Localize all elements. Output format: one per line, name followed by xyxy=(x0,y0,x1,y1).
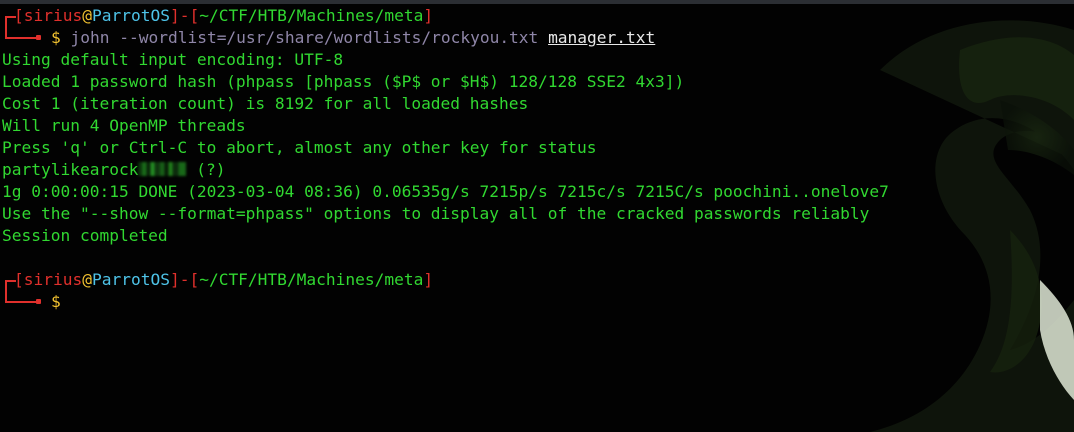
output-line: Loaded 1 password hash (phpass [phpass (… xyxy=(2,72,685,91)
window-top-edge xyxy=(0,0,1074,4)
prompt-separator: ]-[ xyxy=(169,6,200,25)
prompt-symbol: $ xyxy=(51,28,61,47)
prompt-header-2: [sirius@ParrotOS]-[~/CTF/HTB/Machines/me… xyxy=(2,269,1074,293)
password-visible-part: partylikearock xyxy=(2,160,139,179)
prompt-corner-icon xyxy=(2,5,16,29)
prompt-header-1: [sirius@ParrotOS]-[~/CTF/HTB/Machines/me… xyxy=(2,5,1074,29)
terminal-window[interactable]: [sirius@ParrotOS]-[~/CTF/HTB/Machines/me… xyxy=(0,0,1074,432)
prompt-corner-icon xyxy=(2,25,37,49)
output-line: Session completed xyxy=(2,226,168,245)
prompt-at: @ xyxy=(82,6,92,25)
prompt-path: ~/CTF/HTB/Machines/meta xyxy=(199,6,424,25)
password-hash-label: (?) xyxy=(186,160,226,179)
pixelated-blur-icon xyxy=(138,162,187,176)
prompt-bracket: ] xyxy=(423,270,434,289)
prompt-path: ~/CTF/HTB/Machines/meta xyxy=(199,270,424,289)
terminal-output: [sirius@ParrotOS]-[~/CTF/HTB/Machines/me… xyxy=(2,5,1074,313)
command-args: --wordlist=/usr/share/wordlists/rockyou.… xyxy=(119,28,539,47)
prompt-bracket: ] xyxy=(423,6,434,25)
output-line: Use the "--show --format=phpass" options… xyxy=(2,204,870,223)
prompt-arrow-icon xyxy=(36,299,41,304)
prompt-user: sirius xyxy=(23,6,83,25)
prompt-separator: ]-[ xyxy=(169,270,200,289)
prompt-corner-icon xyxy=(2,269,16,293)
command-line-2[interactable]: $ xyxy=(2,289,1074,313)
prompt-symbol: $ xyxy=(51,292,61,311)
prompt-at: @ xyxy=(82,270,92,289)
command-file[interactable]: manager.txt xyxy=(548,28,655,47)
output-line: 1g 0:00:00:15 DONE (2023-03-04 08:36) 0.… xyxy=(2,182,889,201)
output-line: Will run 4 OpenMP threads xyxy=(2,116,246,135)
output-line: Cost 1 (iteration count) is 8192 for all… xyxy=(2,94,529,113)
command-name: john xyxy=(70,28,110,47)
output-line: Press 'q' or Ctrl-C to abort, almost any… xyxy=(2,138,597,157)
prompt-arrow-icon xyxy=(36,35,41,40)
prompt-user: sirius xyxy=(23,270,83,289)
prompt-corner-icon xyxy=(2,289,37,313)
output-line: Using default input encoding: UTF-8 xyxy=(2,50,344,69)
cracked-password-line: partylikearock (?) xyxy=(2,159,1074,181)
prompt-host: ParrotOS xyxy=(91,270,170,289)
prompt-host: ParrotOS xyxy=(91,6,170,25)
command-line-1: $ john --wordlist=/usr/share/wordlists/r… xyxy=(2,25,1074,49)
